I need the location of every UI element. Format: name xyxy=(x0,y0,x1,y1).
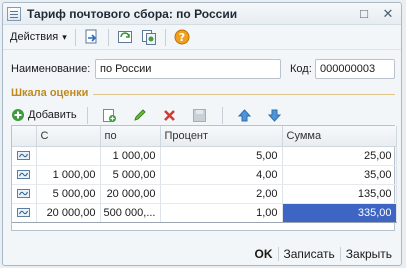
actions-label: Действия xyxy=(10,31,59,43)
column-header-icon[interactable] xyxy=(12,126,37,147)
toolbar-separator xyxy=(221,106,223,124)
save-button[interactable]: Записать xyxy=(279,247,340,261)
cell-percent[interactable]: 1,00 xyxy=(160,202,283,223)
toolbar-separator xyxy=(164,28,166,46)
cell-to[interactable]: 500 000,... xyxy=(100,202,161,223)
cell-from[interactable]: 1 000,00 xyxy=(36,165,101,185)
cell-sum[interactable]: 25,00 xyxy=(282,146,397,166)
section-divider xyxy=(93,94,395,95)
add-row-label: Добавить xyxy=(28,109,77,121)
row-icon-cell xyxy=(12,165,37,185)
cell-to[interactable]: 20 000,00 xyxy=(100,184,161,204)
cell-to[interactable]: 1 000,00 xyxy=(100,146,161,166)
close-icon[interactable]: ✕ xyxy=(377,5,399,23)
row-type-icon xyxy=(17,151,31,161)
form-window: Тариф почтового сбора: по России □ ✕ Дей… xyxy=(2,2,402,266)
cell-percent[interactable]: 4,00 xyxy=(160,165,283,185)
table-row-selected[interactable]: 20 000,00 500 000,... 1,00 335,00 xyxy=(12,202,397,223)
column-header-to[interactable]: по xyxy=(100,126,161,147)
table-row[interactable]: 1 000,00 5,00 25,00 xyxy=(12,146,397,166)
add-row-button[interactable]: Добавить xyxy=(11,108,77,122)
code-field[interactable]: 000000003 xyxy=(315,59,395,79)
title-bar[interactable]: Тариф почтового сбора: по России □ ✕ xyxy=(3,3,401,25)
cell-from[interactable]: 20 000,00 xyxy=(36,202,101,223)
move-up-icon[interactable] xyxy=(235,106,255,124)
scale-table[interactable]: С по Процент Сумма 1 000,00 5,00 25,00 1… xyxy=(11,125,397,231)
cell-sum[interactable]: 135,00 xyxy=(282,184,397,204)
form-icon xyxy=(7,6,21,21)
ok-button[interactable]: OK xyxy=(250,247,278,261)
column-header-percent[interactable]: Процент xyxy=(160,126,283,147)
row-type-icon xyxy=(17,208,31,218)
main-toolbar: Действия ▾ ? xyxy=(3,25,401,50)
add-copy-icon[interactable] xyxy=(100,106,120,124)
cell-sum-active[interactable]: 335,00 xyxy=(282,202,397,223)
section-title: Шкала оценки xyxy=(11,87,89,99)
name-label: Наименование: xyxy=(11,63,91,75)
toolbar-separator xyxy=(107,28,109,46)
edit-icon[interactable] xyxy=(130,106,150,124)
move-down-icon[interactable] xyxy=(265,106,285,124)
grid-toolbar: Добавить xyxy=(11,105,287,125)
cell-to[interactable]: 5 000,00 xyxy=(100,165,161,185)
table-row[interactable]: 1 000,00 5 000,00 4,00 35,00 xyxy=(12,165,397,185)
svg-text:?: ? xyxy=(179,31,185,44)
table-row[interactable]: 5 000,00 20 000,00 2,00 135,00 xyxy=(12,184,397,204)
help-icon[interactable]: ? xyxy=(172,28,192,46)
doc-arrow-icon[interactable] xyxy=(82,28,102,46)
table-header: С по Процент Сумма xyxy=(12,126,397,147)
actions-menu[interactable]: Действия ▾ xyxy=(6,29,71,45)
row-icon-cell xyxy=(12,202,37,223)
name-code-row: Наименование: по России Код: 000000003 xyxy=(3,59,401,81)
delete-icon[interactable] xyxy=(160,106,180,124)
name-field[interactable]: по России xyxy=(95,59,281,79)
chevron-down-icon: ▾ xyxy=(62,31,67,42)
cell-from[interactable]: 5 000,00 xyxy=(36,184,101,204)
window-title: Тариф почтового сбора: по России xyxy=(27,6,238,21)
bottom-bar: OK Записать Закрыть xyxy=(3,243,401,265)
code-label: Код: xyxy=(290,63,312,75)
cell-sum[interactable]: 35,00 xyxy=(282,165,397,185)
save-icon xyxy=(190,106,210,124)
refresh-doc-icon[interactable] xyxy=(115,28,135,46)
cell-percent[interactable]: 5,00 xyxy=(160,146,283,166)
column-header-sum[interactable]: Сумма xyxy=(282,126,397,147)
copy-doc-icon[interactable] xyxy=(139,28,159,46)
row-type-icon xyxy=(17,170,31,180)
row-icon-cell xyxy=(12,184,37,204)
toolbar-separator xyxy=(74,28,76,46)
row-type-icon xyxy=(17,189,31,199)
add-icon xyxy=(12,109,24,121)
maximize-icon[interactable]: □ xyxy=(353,5,375,23)
row-icon-cell xyxy=(12,146,37,166)
cell-from[interactable] xyxy=(36,146,101,166)
close-button[interactable]: Закрыть xyxy=(341,247,397,261)
toolbar-separator xyxy=(86,106,88,124)
column-header-from[interactable]: С xyxy=(36,126,101,147)
cell-percent[interactable]: 2,00 xyxy=(160,184,283,204)
